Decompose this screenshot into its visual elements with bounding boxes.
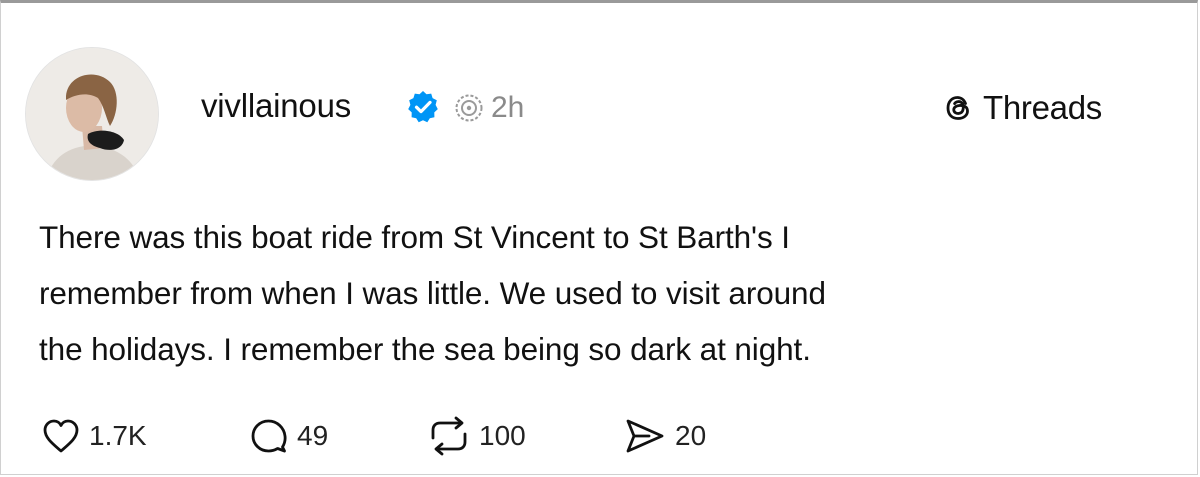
post-text-line: remember from when I was little. We used… bbox=[39, 275, 826, 311]
brand-label: Threads bbox=[983, 89, 1102, 126]
threads-post-card: vivllainous 2h Threads There was this bo… bbox=[0, 0, 1198, 475]
heart-icon bbox=[43, 419, 79, 453]
profile-photo bbox=[26, 48, 158, 180]
avatar[interactable] bbox=[25, 47, 159, 181]
verified-badge-icon bbox=[408, 91, 438, 123]
repost-button[interactable]: 100 bbox=[427, 415, 526, 457]
post-text-line: the holidays. I remember the sea being s… bbox=[39, 331, 811, 367]
like-button[interactable]: 1.7K bbox=[41, 415, 147, 457]
comment-icon bbox=[251, 419, 287, 453]
thread-icon bbox=[455, 94, 483, 122]
post-timestamp: 2h bbox=[491, 91, 525, 124]
username[interactable]: vivllainous bbox=[201, 86, 351, 126]
repost-icon bbox=[431, 416, 467, 456]
threads-brand[interactable]: Threads bbox=[941, 87, 1102, 129]
reply-button[interactable]: 49 bbox=[249, 415, 328, 457]
post-body: There was this boat ride from St Vincent… bbox=[39, 209, 1159, 377]
like-count: 1.7K bbox=[89, 420, 147, 451]
threads-logo-icon bbox=[946, 96, 969, 120]
share-button[interactable]: 20 bbox=[623, 415, 706, 457]
send-icon bbox=[626, 419, 664, 453]
reply-count: 49 bbox=[297, 420, 329, 451]
repost-count: 100 bbox=[479, 420, 526, 451]
share-count: 20 bbox=[675, 420, 707, 451]
post-text-line: There was this boat ride from St Vincent… bbox=[39, 219, 790, 255]
